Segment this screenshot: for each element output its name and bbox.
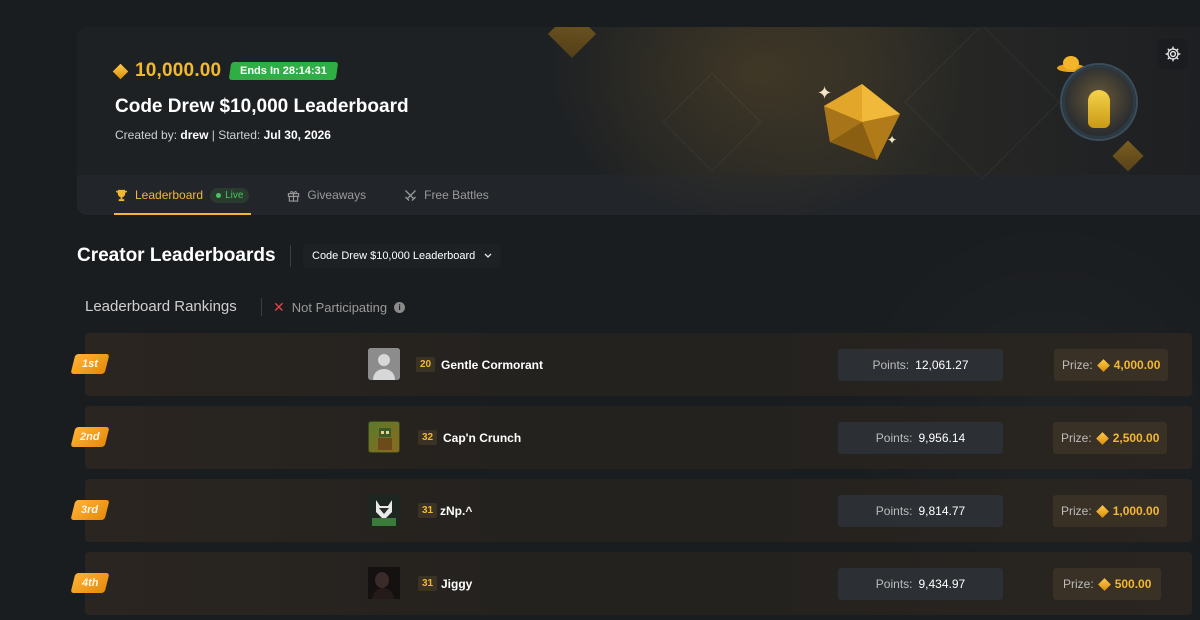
chevron-down-icon — [484, 253, 492, 258]
prize-value: 2,500.00 — [1112, 431, 1160, 445]
rank-badge: 4th — [70, 573, 110, 593]
prize-box: Prize: 2,500.00 — [1053, 422, 1168, 454]
trophy-icon — [115, 189, 128, 201]
ranking-row: 3rd 31 zNp.^ Points: 9,814.77 Prize: 1,0… — [70, 479, 1192, 542]
selected-board: Code Drew $10,000 Leaderboard — [312, 250, 476, 262]
gift-icon — [288, 190, 300, 202]
default-user-icon — [368, 348, 400, 380]
leaderboard-select[interactable]: Code Drew $10,000 Leaderboard — [303, 244, 502, 268]
username[interactable]: Cap'n Crunch — [443, 431, 521, 445]
username[interactable]: Jiggy — [441, 577, 472, 591]
settings-button[interactable] — [1158, 39, 1188, 69]
rank-badge: 1st — [70, 354, 110, 374]
rank-badge: 3rd — [70, 500, 110, 520]
ranking-row: 4th 31 Jiggy Points: 9,434.97 Prize: 500… — [70, 552, 1192, 615]
ends-timer-badge: Ends In 28:14:31 — [229, 62, 339, 80]
avatar[interactable] — [368, 348, 400, 380]
avatar[interactable] — [368, 494, 400, 526]
gem-icon — [824, 84, 900, 160]
hero-banner: ✦ ✦ 10,000.00 Ends In 28:14:31 Code Drew… — [77, 27, 1200, 215]
live-badge: Live — [210, 187, 250, 203]
dark-portrait-icon — [368, 567, 400, 599]
level-badge: 31 — [418, 503, 438, 518]
prize-amount: 10,000.00 — [135, 60, 222, 81]
points-value: 9,814.77 — [918, 504, 966, 518]
level-badge: 20 — [416, 357, 436, 372]
decor-shard — [1112, 140, 1144, 172]
tab-free-battles[interactable]: Free Battles — [404, 175, 489, 215]
leaderboard-meta: Created by: drew | Started: Jul 30, 2026 — [115, 128, 331, 142]
coin-icon — [1097, 577, 1111, 591]
points-value: 9,434.97 — [918, 577, 966, 591]
points-value: 12,061.27 — [915, 358, 969, 372]
coin-icon — [1096, 358, 1110, 372]
level-badge: 31 — [418, 576, 438, 591]
avatar[interactable] — [368, 567, 400, 599]
tab-leaderboard[interactable]: Leaderboard Live — [113, 175, 252, 215]
points-box: Points: 9,956.14 — [838, 422, 1003, 454]
creator-name[interactable]: drew — [180, 128, 208, 142]
username[interactable]: Gentle Cormorant — [441, 358, 543, 372]
rank-badge: 2nd — [70, 427, 110, 447]
live-dot-icon — [216, 192, 222, 198]
coin-icon — [1095, 431, 1109, 445]
username[interactable]: zNp.^ — [440, 504, 472, 518]
close-icon: ✕ — [273, 299, 285, 315]
points-box: Points: 9,434.97 — [838, 568, 1003, 600]
avatar[interactable] — [368, 421, 400, 453]
gear-icon — [1165, 46, 1181, 62]
sparkle-icon: ✦ — [817, 83, 833, 103]
started-date: Jul 30, 2026 — [263, 128, 331, 142]
hero-prize: 10,000.00 Ends In 28:14:31 — [112, 60, 339, 82]
rankings-heading: Leaderboard Rankings — [85, 298, 237, 315]
divider — [261, 298, 262, 316]
points-value: 9,956.14 — [918, 431, 966, 445]
info-icon[interactable]: i — [394, 302, 406, 313]
pixel-character-icon — [378, 428, 392, 450]
prize-box: Prize: 500.00 — [1053, 568, 1162, 600]
hero-tabs: Leaderboard Live Giveaways Free Battles — [77, 175, 1200, 215]
ranking-row: 2nd 32 Cap'n Crunch Points: 9,956.14 Pri… — [70, 406, 1192, 469]
prize-value: 500.00 — [1114, 577, 1152, 591]
prize-value: 1,000.00 — [1112, 504, 1160, 518]
coin-icon — [1095, 504, 1109, 518]
tab-giveaways[interactable]: Giveaways — [287, 175, 366, 215]
points-box: Points: 9,814.77 — [838, 495, 1003, 527]
leaderboard-title: Code Drew $10,000 Leaderboard — [115, 96, 409, 117]
participation-status: ✕ Not Participating i — [273, 299, 406, 316]
swords-icon — [405, 189, 416, 201]
coin-icon — [112, 63, 129, 79]
divider — [290, 245, 291, 267]
ranking-row: 1st 20 Gentle Cormorant Points: 12,061.2… — [70, 333, 1192, 396]
prize-value: 4,000.00 — [1113, 358, 1161, 372]
creator-avatar[interactable] — [1062, 65, 1136, 139]
leaderboard-hero: ✦ ✦ 10,000.00 Ends In 28:14:31 Code Drew… — [77, 27, 1200, 215]
sparkle-icon: ✦ — [887, 133, 898, 147]
fox-character-icon — [368, 494, 400, 526]
level-badge: 32 — [418, 430, 438, 445]
section-title: Creator Leaderboards — [77, 245, 276, 266]
prize-box: Prize: 1,000.00 — [1053, 495, 1168, 527]
banana-icon — [1088, 90, 1110, 128]
points-box: Points: 12,061.27 — [838, 349, 1003, 381]
prize-box: Prize: 4,000.00 — [1054, 349, 1169, 381]
